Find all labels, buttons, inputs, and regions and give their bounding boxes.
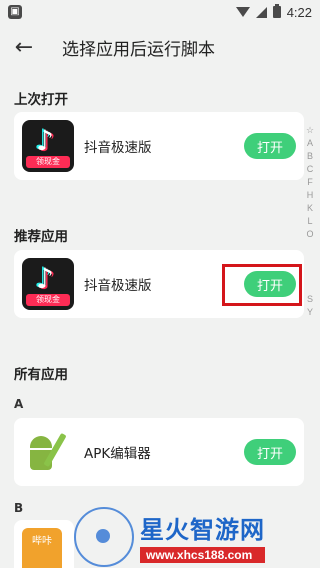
alphabet-index-item[interactable]: F [307,176,313,189]
section-title-recommended: 推荐应用 [14,229,68,245]
alphabet-index-item[interactable] [309,280,312,293]
apk-editor-app-icon [22,426,74,478]
app-name: 抖音极速版 [84,278,152,294]
section-title-recent: 上次打开 [14,92,68,108]
douyin-lite-app-icon: ♪ 领现金 [22,120,74,172]
bika-icon-text: 哔咔 [32,536,52,547]
watermark-text: 星火智游网 www.xhcs188.com [140,510,265,563]
alphabet-index-item[interactable]: L [307,215,312,228]
alphabet-index-item[interactable] [309,254,312,267]
bika-app-card[interactable]: 哔咔 [14,520,74,568]
alphabet-index-item[interactable]: B [307,150,313,163]
bika-app-icon: 哔咔 [22,528,62,568]
alphabet-index[interactable]: ☆ A B C F H K L O SY [303,124,317,319]
recent-app-card[interactable]: ♪ 领现金 抖音极速版 打开 [14,112,304,180]
highlight-box [222,264,302,306]
battery-icon [272,4,281,18]
wifi-icon [235,7,250,17]
android-head-icon [30,436,52,448]
status-bar: ▣ 4:22 [0,0,320,24]
douyin-lite-app-icon: ♪ 领现金 [22,258,74,310]
app-name: APK编辑器 [84,446,151,462]
page-title: 选择应用后运行脚本 [62,39,215,60]
alphabet-index-item[interactable]: S [307,293,313,306]
alphabet-index-item[interactable] [309,267,312,280]
group-letter-a: A [14,397,24,411]
status-right: 4:22 [235,4,312,20]
section-title-all: 所有应用 [14,367,68,383]
apk-editor-app-card[interactable]: APK编辑器 打开 [14,418,304,486]
notification-icon: ▣ [8,5,22,19]
status-time: 4:22 [286,4,312,20]
status-left: ▣ [8,5,22,19]
alphabet-index-item[interactable]: A [307,137,313,150]
alphabet-index-item[interactable]: Y [307,306,313,319]
app-name: 抖音极速版 [84,140,152,156]
icon-badge: 领现金 [26,294,70,306]
tiktok-note-icon: ♪ [36,124,54,157]
alphabet-index-item[interactable]: C [307,163,314,176]
app-bar: ← 选择应用后运行脚本 [0,24,320,70]
alphabet-index-item[interactable]: ☆ [306,124,314,137]
alphabet-index-item[interactable]: H [307,189,314,202]
group-letter-b: B [14,501,24,515]
alphabet-index-item[interactable]: O [306,228,313,241]
icon-badge: 领现金 [26,156,70,168]
alphabet-index-item[interactable]: K [307,202,313,215]
signal-icon [255,6,267,18]
watermark-title: 星火智游网 [140,516,265,544]
back-arrow-icon[interactable]: ← [0,24,48,70]
watermark: 星火智游网 www.xhcs188.com [74,505,320,568]
watermark-url: www.xhcs188.com [140,547,265,563]
open-button[interactable]: 打开 [244,133,296,159]
tiktok-note-icon: ♪ [36,262,54,295]
open-button[interactable]: 打开 [244,439,296,465]
alphabet-index-item[interactable] [309,241,312,254]
watermark-logo-icon [74,506,134,567]
